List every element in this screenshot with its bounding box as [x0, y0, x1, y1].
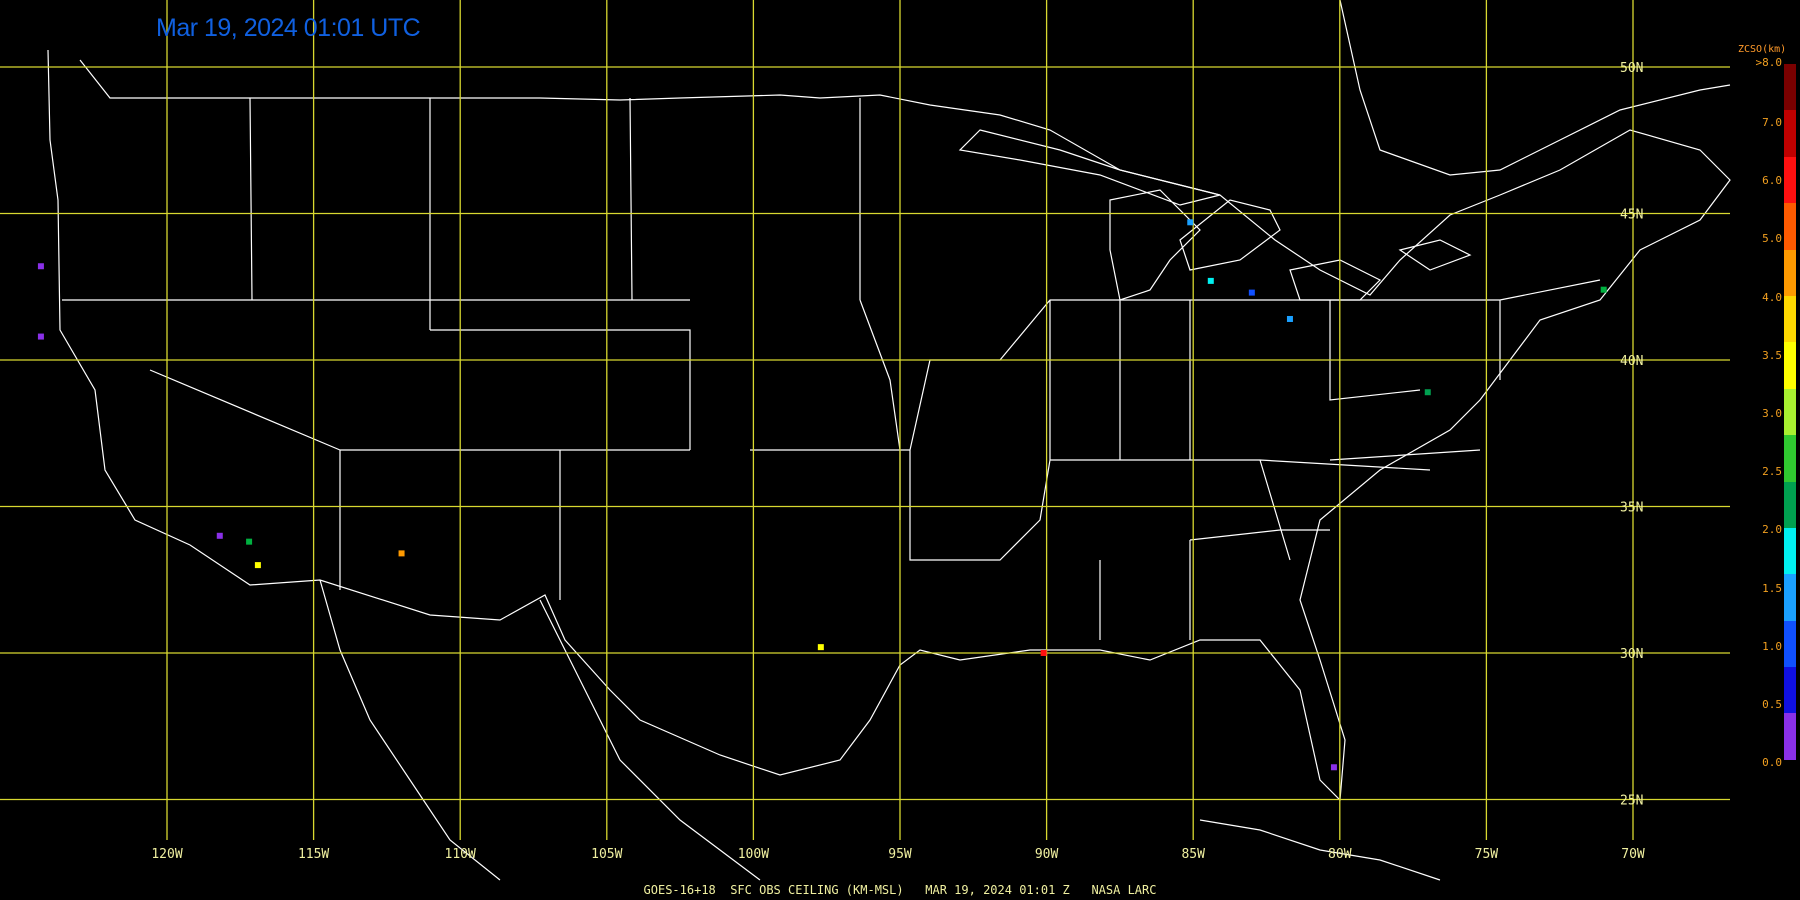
- station-marker: [1187, 219, 1194, 226]
- weather-map: 120W 115W 110W 105W 100W 95W 90W 85W 80W 75W 70W 50…: [0, 0, 1731, 881]
- legend-value-label: 5.0: [1762, 232, 1782, 246]
- legend-value-label: 3.0: [1762, 407, 1782, 420]
- lon-label: 110W: [445, 847, 476, 862]
- legend-value-label: 0.0: [1762, 756, 1782, 770]
- legend-color-segment: [1784, 388, 1796, 436]
- legend-value-label: 3.5: [1762, 348, 1782, 362]
- lon-label: 75W: [1475, 847, 1499, 862]
- legend-value-label: 7.0: [1762, 116, 1782, 129]
- legend-value-label: 1.5: [1762, 581, 1782, 595]
- legend-color-segment: [1784, 527, 1796, 575]
- legend-color-segment: [1784, 342, 1796, 389]
- lat-lon-grid: [0, 0, 1730, 840]
- station-marker: [1424, 389, 1431, 396]
- station-marker: [37, 333, 44, 340]
- legend-color-segment: [1784, 249, 1796, 296]
- lon-label: 120W: [151, 847, 182, 862]
- lon-label: 115W: [298, 847, 329, 862]
- station-marker: [1040, 650, 1047, 656]
- legend-color-segment: [1784, 667, 1796, 714]
- legend-title: ZCSO(km): [1738, 44, 1787, 55]
- station-marker: [246, 538, 253, 545]
- legend-value-label: 4.0: [1762, 290, 1782, 304]
- station-marker: [1286, 315, 1293, 322]
- lon-label: 90W: [1035, 847, 1059, 862]
- legend-value-label: 0.5: [1762, 698, 1782, 711]
- lat-label: 25N: [1620, 794, 1643, 809]
- legend-color-segment: [1784, 620, 1796, 668]
- lat-label: 45N: [1620, 208, 1643, 223]
- lat-label: 40N: [1620, 354, 1643, 369]
- legend-color-segment: [1784, 295, 1796, 343]
- lat-label: 35N: [1620, 501, 1643, 516]
- canada-coast: [1339, 0, 1731, 176]
- us-outline: [47, 49, 1731, 802]
- state-borders: [47, 0, 1731, 881]
- lon-label: 85W: [1181, 847, 1205, 862]
- lon-label: 100W: [738, 847, 769, 862]
- mexico-coast: [319, 579, 1441, 881]
- station-marker: [1248, 289, 1255, 296]
- map-title: Mar 19, 2024 01:01 UTC: [156, 14, 421, 42]
- station-marker: [254, 562, 261, 569]
- station-markers: [37, 219, 1607, 771]
- legend-color-segment: [1784, 713, 1796, 760]
- state-lines: [62, 97, 1601, 640]
- lon-label: 70W: [1621, 847, 1645, 862]
- station-marker: [817, 644, 824, 651]
- legend-color-segment: [1784, 574, 1796, 621]
- station-marker: [37, 263, 44, 270]
- station-marker: [1330, 764, 1337, 771]
- station-marker: [398, 550, 405, 557]
- lakes: [958, 129, 1472, 301]
- grid-labels: 120W 115W 110W 105W 100W 95W 90W 85W 80W 75W 70W 50…: [151, 61, 1645, 862]
- legend-color-segment: [1784, 203, 1796, 250]
- station-marker: [216, 532, 223, 539]
- station-marker: [1207, 277, 1214, 284]
- lat-label: 50N: [1620, 61, 1643, 76]
- legend-color-segment: [1784, 435, 1796, 482]
- legend-value-label: 6.0: [1762, 174, 1782, 188]
- legend-color-bar: [1784, 64, 1796, 760]
- lat-label: 30N: [1620, 647, 1643, 662]
- lon-label: 105W: [591, 847, 622, 862]
- legend-value-label: 2.5: [1762, 465, 1782, 479]
- legend-color-segment: [1784, 110, 1796, 157]
- legend-color-segment: [1784, 481, 1796, 528]
- station-marker: [1600, 286, 1607, 293]
- legend-color-segment: [1784, 64, 1796, 111]
- legend-value-label: 1.0: [1762, 639, 1782, 653]
- lon-label: 80W: [1328, 847, 1352, 862]
- legend-value-label: 2.0: [1762, 523, 1782, 537]
- legend-top-label: >8.0: [1755, 56, 1783, 69]
- lon-label: 95W: [888, 847, 912, 862]
- legend-color-segment: [1784, 156, 1796, 204]
- map-footer: GOES-16+18 SFC OBS CEILING (KM-MSL) MAR …: [643, 883, 1157, 897]
